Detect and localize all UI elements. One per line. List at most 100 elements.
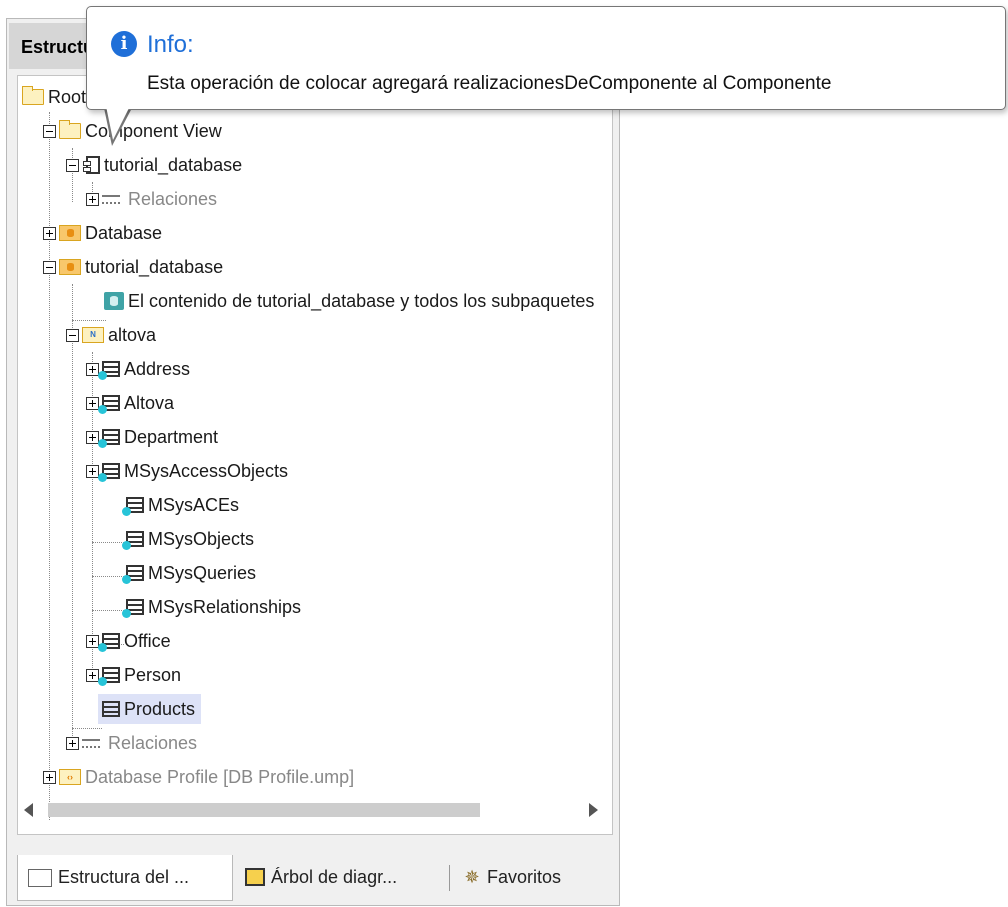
expand-icon[interactable] — [43, 770, 56, 784]
tree-item-label: Relaciones — [108, 732, 198, 753]
profile-folder-icon: ‹› — [59, 769, 81, 785]
expand-icon[interactable] — [86, 634, 99, 648]
tree-guide-line — [92, 576, 124, 577]
relations-icon — [82, 736, 104, 750]
panel-tabs: Estructura del ... Árbol de diagr... ✵ F… — [17, 855, 611, 901]
tooltip-title: Info: — [147, 31, 194, 58]
collapse-icon[interactable] — [43, 260, 56, 274]
tree-item-label: Office — [124, 630, 171, 651]
tree-item-table[interactable]: Person — [86, 660, 181, 690]
tree-item-label: tutorial_database — [85, 256, 224, 277]
scrollbar-thumb[interactable] — [48, 803, 480, 817]
favorites-icon: ✵ — [464, 867, 480, 887]
tree-item-table[interactable]: MSysObjects — [122, 524, 255, 554]
tree-item-label: MSysACEs — [148, 494, 240, 515]
tree-guide-line — [92, 610, 124, 611]
folder-icon — [22, 86, 44, 105]
panel-title: Estructura del modelo — [21, 37, 91, 57]
collapse-icon[interactable] — [66, 328, 79, 342]
tree-item-label: Database — [85, 222, 163, 243]
collapse-icon[interactable] — [43, 124, 56, 138]
tree-item-database-profile[interactable]: ‹› Database Profile [DB Profile.ump] — [43, 762, 354, 792]
tree-item-altova-namespace[interactable]: N altova — [66, 320, 156, 350]
tooltip-pointer-fill — [106, 106, 130, 140]
database-folder-icon — [59, 259, 81, 275]
table-icon — [98, 361, 120, 380]
scroll-left-icon[interactable] — [24, 803, 33, 817]
expand-icon[interactable] — [43, 226, 56, 240]
tree-item-label: Products — [124, 698, 196, 719]
tree-item-database[interactable]: Database — [43, 218, 162, 248]
tree-item-label: MSysObjects — [148, 528, 255, 549]
expand-icon[interactable] — [66, 736, 79, 750]
tree-guide-line — [72, 284, 73, 746]
folder-icon — [28, 868, 52, 887]
tree-item-table[interactable]: Office — [86, 626, 171, 656]
info-icon: i — [111, 31, 137, 57]
tree-item-table[interactable]: Address — [86, 354, 190, 384]
tree-item-table[interactable]: MSysACEs — [122, 490, 240, 520]
scroll-right-icon[interactable] — [589, 803, 598, 817]
table-icon — [122, 565, 144, 584]
tree-item-label: MSysAccessObjects — [124, 460, 289, 481]
tree-item-table[interactable]: Altova — [86, 388, 174, 418]
tree-item-root[interactable]: Root — [22, 82, 86, 112]
tree-item-label: MSysRelationships — [148, 596, 302, 617]
relations-icon — [102, 192, 124, 206]
tree-item-table[interactable]: MSysAccessObjects — [86, 456, 288, 486]
tree-item-label: MSysQueries — [148, 562, 257, 583]
expand-icon[interactable] — [86, 396, 99, 410]
table-icon — [102, 701, 120, 717]
expand-icon[interactable] — [86, 464, 99, 478]
expand-icon[interactable] — [86, 192, 99, 206]
table-icon — [98, 633, 120, 652]
tree-item-table[interactable]: MSysRelationships — [122, 592, 302, 622]
tab-separator — [449, 865, 450, 891]
tooltip-message: Esta operación de colocar agregará reali… — [147, 73, 832, 94]
tree-item-label: Altova — [124, 392, 175, 413]
tab-label: Estructura del ... — [58, 867, 190, 887]
tree-item-db-content[interactable]: El contenido de tutorial_database y todo… — [104, 286, 594, 316]
database-folder-icon — [59, 225, 81, 241]
tree-item-label: Person — [124, 664, 182, 685]
tree-item-label: El contenido de tutorial_database y todo… — [128, 290, 595, 311]
tab-diagram-tree[interactable]: Árbol de diagr... — [235, 857, 397, 897]
tree-guide-line — [92, 542, 124, 543]
expand-icon[interactable] — [86, 668, 99, 682]
tree-item-label: Database Profile [DB Profile.ump] — [85, 766, 355, 787]
model-tree-panel: Estructura del modelo Root Component Vie… — [6, 18, 620, 906]
tree-item-table[interactable]: MSysQueries — [122, 558, 257, 588]
tree-item-component-view[interactable]: Component View — [43, 116, 222, 146]
info-tooltip: i Info: Esta operación de colocar agrega… — [86, 6, 1006, 110]
component-icon — [83, 156, 100, 174]
horizontal-scrollbar[interactable] — [18, 798, 610, 822]
tree-item-component[interactable]: tutorial_database — [66, 150, 242, 180]
tree-item-table[interactable]: Department — [86, 422, 218, 452]
tree-item-label: Address — [124, 358, 191, 379]
tree-item-label: Root — [48, 86, 87, 107]
table-icon — [98, 395, 120, 414]
table-icon — [98, 667, 120, 686]
tree-item-products-selected[interactable]: Products — [98, 694, 202, 724]
table-icon — [98, 463, 120, 482]
tree-item-relations[interactable]: Relaciones — [66, 728, 197, 758]
model-tree: Root Component View tutorial_database Re… — [17, 75, 613, 835]
database-icon — [104, 292, 124, 310]
tree-item-label: altova — [108, 324, 157, 345]
tree-item-tutorial-database[interactable]: tutorial_database — [43, 252, 223, 282]
tab-favorites[interactable]: ✵ Favoritos — [453, 857, 561, 897]
tab-label: Favoritos — [487, 866, 562, 887]
diagram-icon — [245, 868, 265, 886]
tree-item-relations[interactable]: Relaciones — [86, 184, 217, 214]
tab-model-tree[interactable]: Estructura del ... — [17, 855, 233, 901]
table-icon — [122, 599, 144, 618]
collapse-icon[interactable] — [66, 158, 79, 172]
table-icon — [98, 429, 120, 448]
expand-icon[interactable] — [86, 430, 99, 444]
tree-item-label: Department — [124, 426, 219, 447]
table-icon — [122, 531, 144, 550]
expand-icon[interactable] — [86, 362, 99, 376]
folder-icon — [59, 120, 81, 139]
tree-item-label: tutorial_database — [104, 154, 243, 175]
tab-label: Árbol de diagr... — [271, 866, 398, 887]
